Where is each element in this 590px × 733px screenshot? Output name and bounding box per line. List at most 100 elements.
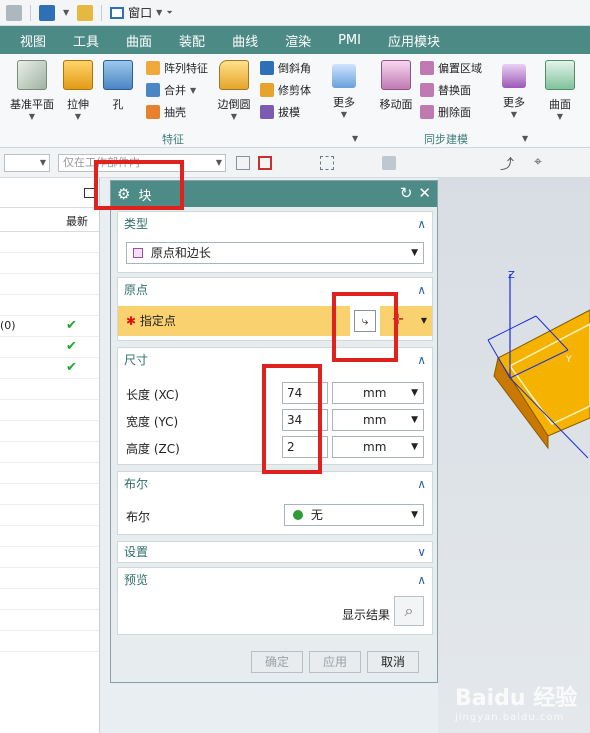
chamfer-label: 倒斜角 bbox=[278, 62, 311, 75]
surface-button[interactable]: 曲面 ▼ bbox=[542, 60, 578, 121]
tab-curve[interactable]: 曲线 bbox=[232, 31, 258, 50]
group-feature-expand-icon[interactable]: ▼ bbox=[352, 134, 358, 143]
list-item[interactable] bbox=[0, 400, 99, 421]
trim-body-button[interactable]: 修剪体 bbox=[260, 82, 311, 98]
length-unit: mm bbox=[363, 386, 387, 400]
more-feature-button[interactable]: 更多 ▼ bbox=[328, 60, 360, 119]
graphics-viewport[interactable]: Z Y bbox=[438, 178, 590, 733]
length-unit-dropdown[interactable]: mm ▼ bbox=[332, 382, 424, 404]
save-icon[interactable] bbox=[6, 4, 22, 21]
type-dropdown[interactable]: 原点和边长 ▼ bbox=[126, 242, 424, 264]
offset-region-button[interactable]: 偏置区域 bbox=[420, 60, 482, 76]
pattern-icon bbox=[146, 61, 160, 75]
tab-pmi[interactable]: PMI bbox=[338, 33, 361, 48]
list-item[interactable] bbox=[0, 631, 99, 652]
more-sync-button[interactable]: 更多 ▼ bbox=[498, 60, 530, 119]
list-item[interactable] bbox=[0, 232, 99, 253]
ok-button[interactable]: 确定 bbox=[251, 651, 303, 673]
list-item[interactable]: ✔ bbox=[0, 337, 99, 358]
annotation-dimensions-box bbox=[262, 364, 322, 474]
point-options-dropdown[interactable]: ▼ bbox=[416, 306, 432, 336]
list-item[interactable] bbox=[0, 547, 99, 568]
draft-button[interactable]: 拔模 bbox=[260, 104, 300, 120]
delete-face-button[interactable]: 删除面 bbox=[420, 104, 471, 120]
apply-button[interactable]: 应用 bbox=[309, 651, 361, 673]
snap-angle-icon[interactable]: ⌖ bbox=[534, 154, 542, 170]
column-latest[interactable]: 最新 bbox=[66, 213, 88, 229]
tab-application[interactable]: 应用模块 bbox=[388, 31, 440, 50]
height-unit-dropdown[interactable]: mm ▼ bbox=[332, 436, 424, 458]
move-face-button[interactable]: 移动面 bbox=[376, 60, 416, 112]
list-item[interactable] bbox=[0, 589, 99, 610]
list-item[interactable] bbox=[0, 484, 99, 505]
replace-face-label: 替换面 bbox=[438, 84, 471, 97]
type-filter-dropdown[interactable]: ▼ bbox=[4, 154, 50, 172]
collapse-icon[interactable]: ∧ bbox=[417, 348, 426, 372]
window-icon bbox=[110, 6, 125, 19]
datum-plane-button[interactable]: 基准平面 ▼ bbox=[6, 60, 58, 121]
collapse-icon[interactable]: ∧ bbox=[417, 278, 426, 302]
selection-tools-icon[interactable] bbox=[320, 156, 334, 170]
list-item[interactable] bbox=[0, 442, 99, 463]
width-unit-dropdown[interactable]: mm ▼ bbox=[332, 409, 424, 431]
point-constructor-icon[interactable] bbox=[258, 156, 272, 170]
reset-icon[interactable]: ↻ bbox=[400, 184, 413, 202]
settings-section-header[interactable]: 设置 ∨ bbox=[118, 542, 432, 562]
expand-icon[interactable]: ∨ bbox=[417, 542, 426, 562]
settings-section-label: 设置 bbox=[124, 545, 149, 559]
part-icon[interactable] bbox=[39, 4, 55, 21]
list-item[interactable] bbox=[0, 295, 99, 316]
chamfer-button[interactable]: 倒斜角 bbox=[260, 60, 311, 76]
settings-section[interactable]: 设置 ∨ bbox=[117, 541, 433, 563]
collapse-icon[interactable]: ∧ bbox=[417, 212, 426, 236]
list-item[interactable] bbox=[0, 463, 99, 484]
separator bbox=[30, 4, 31, 21]
snap-point-icon[interactable] bbox=[236, 156, 250, 170]
edge-blend-button[interactable]: 边倒圆 ▼ bbox=[214, 60, 254, 121]
hole-button[interactable]: 孔 bbox=[100, 60, 136, 112]
list-item[interactable] bbox=[0, 253, 99, 274]
list-item[interactable] bbox=[0, 568, 99, 589]
replace-face-button[interactable]: 替换面 bbox=[420, 82, 471, 98]
list-item[interactable] bbox=[0, 379, 99, 400]
chevron-down-icon[interactable]: ▼ bbox=[63, 8, 69, 17]
collapse-icon[interactable]: ∧ bbox=[417, 472, 426, 496]
type-section-header[interactable]: 类型 ∧ bbox=[118, 212, 432, 236]
list-item[interactable]: (0) ✔ bbox=[0, 316, 99, 337]
show-result-button[interactable]: ⌕ bbox=[394, 596, 424, 626]
curve-rule-icon[interactable]: ⤴ bbox=[500, 154, 514, 174]
list-item[interactable] bbox=[0, 610, 99, 631]
eraser-icon[interactable] bbox=[77, 4, 94, 21]
window-menu[interactable]: 窗口 ▼ ⏷ bbox=[110, 4, 173, 21]
pattern-feature-button[interactable]: 阵列特征 bbox=[146, 60, 208, 76]
delete-face-label: 删除面 bbox=[438, 106, 471, 119]
type-section-label: 类型 bbox=[124, 217, 149, 231]
group-sync-expand-icon[interactable]: ▼ bbox=[522, 134, 528, 143]
check-icon: ✔ bbox=[66, 339, 77, 354]
collapse-icon[interactable]: ∧ bbox=[417, 568, 426, 592]
view-orient-icon[interactable] bbox=[382, 156, 396, 170]
boolean-dropdown[interactable]: 无 ▼ bbox=[284, 504, 424, 526]
unite-button[interactable]: 合并 ▼ bbox=[146, 82, 196, 98]
boolean-section-header[interactable]: 布尔 ∧ bbox=[118, 472, 432, 496]
customize-icon[interactable]: ⏷ bbox=[166, 8, 172, 18]
list-item[interactable] bbox=[0, 274, 99, 295]
height-unit: mm bbox=[363, 440, 387, 454]
tab-surface[interactable]: 曲面 bbox=[126, 31, 152, 50]
list-item[interactable] bbox=[0, 421, 99, 442]
tab-tools[interactable]: 工具 bbox=[73, 31, 99, 50]
preview-section-header[interactable]: 预览 ∧ bbox=[118, 568, 432, 592]
tab-view[interactable]: 视图 bbox=[20, 31, 46, 50]
cancel-button[interactable]: 取消 bbox=[367, 651, 419, 673]
tab-assembly[interactable]: 装配 bbox=[179, 31, 205, 50]
tab-render[interactable]: 渲染 bbox=[285, 31, 311, 50]
list-item[interactable] bbox=[0, 526, 99, 547]
extrude-button[interactable]: 拉伸 ▼ bbox=[60, 60, 96, 121]
close-icon[interactable]: ✕ bbox=[418, 184, 431, 202]
list-item[interactable]: ✔ bbox=[0, 358, 99, 379]
list-item[interactable] bbox=[0, 505, 99, 526]
shell-button[interactable]: 抽壳 bbox=[146, 104, 186, 120]
specify-point-row[interactable]: ✱ 指定点 bbox=[118, 306, 350, 336]
block-top-face bbox=[497, 309, 590, 437]
check-icon: ✔ bbox=[66, 360, 77, 375]
